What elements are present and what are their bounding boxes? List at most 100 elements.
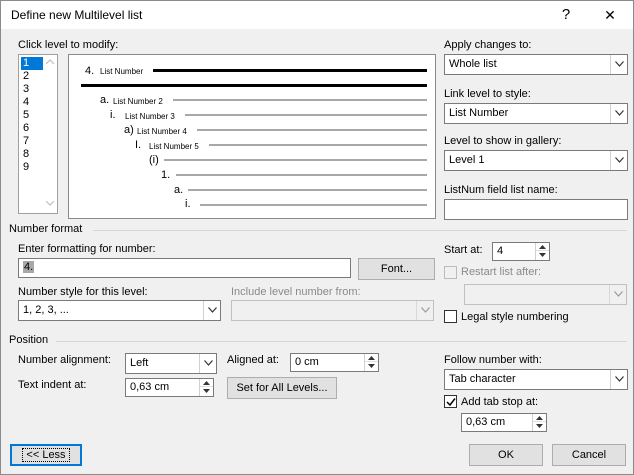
listnum-field[interactable] <box>444 199 628 220</box>
ok-button[interactable]: OK <box>469 444 543 466</box>
enter-formatting-label: Enter formatting for number: <box>18 243 156 255</box>
legal-style-checkbox[interactable] <box>444 310 457 323</box>
level-item[interactable]: 7 <box>21 135 43 148</box>
dialog-title: Define new Multilevel list <box>11 8 143 22</box>
link-style-value: List Number <box>449 107 509 119</box>
number-style-dropdown[interactable]: 1, 2, 3, ... <box>18 300 221 321</box>
preview-text-line <box>153 69 427 72</box>
add-tab-stop-label: Add tab stop at: <box>461 396 539 408</box>
close-icon[interactable]: ✕ <box>596 4 624 26</box>
spin-down-icon[interactable] <box>536 251 549 259</box>
preview-number: a. <box>100 94 110 106</box>
level-item[interactable]: 6 <box>21 122 43 135</box>
tab-stop-spinner[interactable]: 0,63 cm <box>461 413 547 432</box>
preview-number: a. <box>174 184 184 196</box>
section-divider <box>56 341 627 342</box>
follow-number-dropdown[interactable]: Tab character <box>444 369 628 390</box>
preview-text-line <box>209 144 427 146</box>
add-tab-stop-checkbox[interactable] <box>444 395 457 408</box>
spin-down-icon[interactable] <box>533 422 546 430</box>
level-item[interactable]: 4 <box>21 96 43 109</box>
chevron-down-icon[interactable] <box>199 354 216 373</box>
spin-up-icon[interactable] <box>533 414 546 422</box>
preview-text-line <box>188 189 427 191</box>
include-level-dropdown[interactable] <box>231 300 434 321</box>
set-all-levels-button[interactable]: Set for All Levels... <box>227 377 337 399</box>
gallery-level-label: Level to show in gallery: <box>444 135 562 147</box>
preview-text-line <box>197 129 427 131</box>
number-format-section: Number format <box>9 223 83 235</box>
spin-down-icon[interactable] <box>365 362 378 370</box>
help-button[interactable]: ? <box>552 4 580 26</box>
preview-text-line <box>200 204 427 206</box>
legal-style-label: Legal style numbering <box>461 311 569 323</box>
number-alignment-label: Number alignment: <box>18 354 111 366</box>
listnum-label: ListNum field list name: <box>444 184 558 196</box>
chevron-down-icon[interactable] <box>610 370 627 389</box>
level-list-scrollbar[interactable] <box>43 55 57 213</box>
preview-style-name: List Number 4 <box>137 127 187 136</box>
font-button[interactable]: Font... <box>358 258 435 280</box>
include-level-label: Include level number from: <box>231 286 361 298</box>
spin-up-icon[interactable] <box>365 354 378 362</box>
aligned-at-value: 0 cm <box>295 356 319 368</box>
chevron-down-icon[interactable] <box>203 301 220 320</box>
preview-text-line <box>173 99 427 101</box>
chevron-down-icon[interactable] <box>609 285 626 304</box>
level-list-label: Click level to modify: <box>18 39 119 51</box>
level-item[interactable]: 3 <box>21 83 43 96</box>
preview-text-line <box>81 84 427 87</box>
preview-text-line <box>176 174 427 176</box>
preview-text-line <box>164 159 427 161</box>
less-button[interactable]: << Less <box>10 444 82 466</box>
preview-style-name: List Number 5 <box>149 142 199 151</box>
level-item[interactable]: 2 <box>21 70 43 83</box>
level-item[interactable]: 5 <box>21 109 43 122</box>
define-multilevel-list-dialog: Define new Multilevel list ? ✕ Click lev… <box>0 0 634 475</box>
chevron-down-icon[interactable] <box>416 301 433 320</box>
number-alignment-value: Left <box>130 357 149 369</box>
aligned-at-spinner[interactable]: 0 cm <box>290 353 379 372</box>
preview-number: i. <box>110 109 116 121</box>
start-at-spinner[interactable]: 4 <box>492 242 550 261</box>
preview-number: (i) <box>149 154 159 166</box>
spin-down-icon[interactable] <box>200 387 213 395</box>
spin-up-icon[interactable] <box>536 243 549 251</box>
restart-list-checkbox[interactable] <box>444 266 457 279</box>
aligned-at-label: Aligned at: <box>227 354 279 366</box>
position-section: Position <box>9 334 49 346</box>
gallery-level-value: Level 1 <box>449 154 485 166</box>
gallery-level-dropdown[interactable]: Level 1 <box>444 150 628 171</box>
number-style-label: Number style for this level: <box>18 286 148 298</box>
apply-changes-dropdown[interactable]: Whole list <box>444 54 628 75</box>
level-item[interactable]: 8 <box>21 148 43 161</box>
preview-style-name: List Number <box>100 67 144 76</box>
follow-number-value: Tab character <box>449 373 516 385</box>
follow-number-label: Follow number with: <box>444 354 542 366</box>
list-preview: 4. List Number a. List Number 2 i. List … <box>68 54 436 219</box>
preview-number: I. <box>135 139 142 151</box>
restart-list-dropdown[interactable] <box>464 284 627 305</box>
preview-style-name: List Number 3 <box>125 112 175 121</box>
chevron-down-icon[interactable] <box>610 151 627 170</box>
start-at-value: 4 <box>497 245 504 257</box>
link-style-dropdown[interactable]: List Number <box>444 103 628 124</box>
apply-changes-value: Whole list <box>449 58 497 70</box>
scroll-down-icon[interactable] <box>46 201 54 206</box>
checkmark-icon <box>446 398 456 407</box>
number-alignment-dropdown[interactable]: Left <box>125 353 217 374</box>
spin-up-icon[interactable] <box>200 379 213 387</box>
preview-number: i. <box>185 198 191 210</box>
preview-number: 1. <box>161 169 171 181</box>
level-listbox[interactable]: 1 2 3 4 5 6 7 8 9 <box>18 54 58 214</box>
text-indent-spinner[interactable]: 0,63 cm <box>125 378 214 397</box>
preview-text-line <box>185 114 427 116</box>
chevron-down-icon[interactable] <box>610 104 627 123</box>
title-bar[interactable]: Define new Multilevel list ? ✕ <box>1 1 633 29</box>
number-format-input[interactable]: 4. <box>18 258 351 278</box>
scroll-up-icon[interactable] <box>46 59 54 64</box>
chevron-down-icon[interactable] <box>610 55 627 74</box>
cancel-button[interactable]: Cancel <box>552 444 626 466</box>
level-item[interactable]: 1 <box>21 57 43 70</box>
level-item[interactable]: 9 <box>21 161 43 174</box>
